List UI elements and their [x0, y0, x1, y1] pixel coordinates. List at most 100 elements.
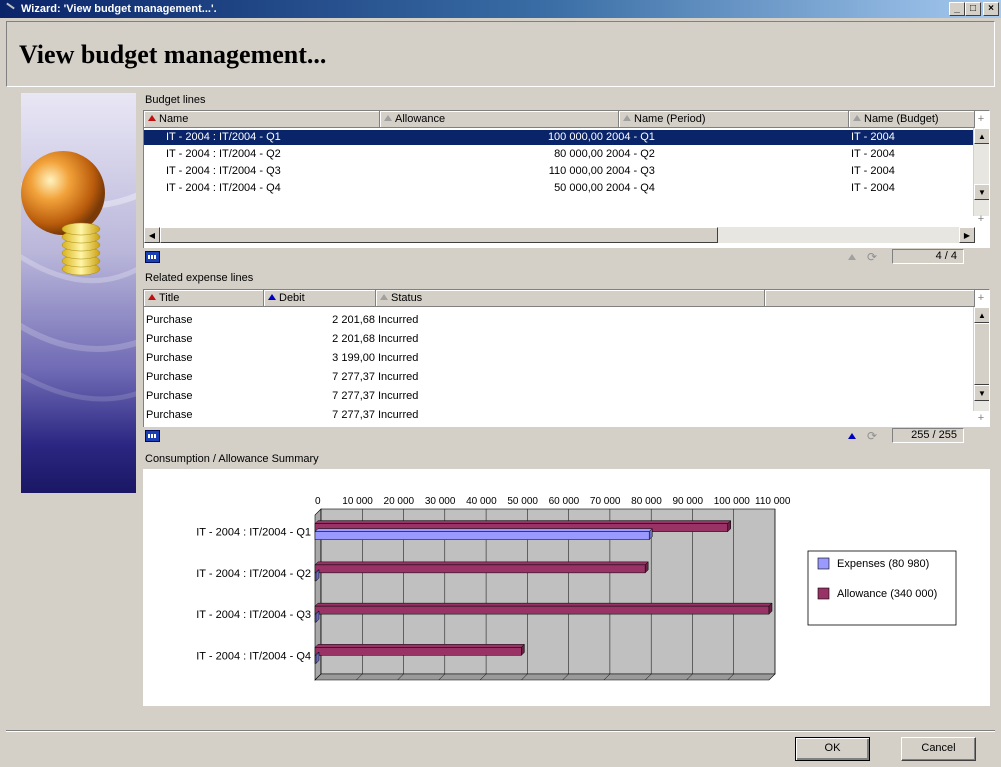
scroll-down-button[interactable]: ▼ [974, 184, 989, 200]
cell-status: Incurred [378, 409, 419, 421]
refresh-icon[interactable]: ⟳ [867, 251, 881, 263]
sort-active-icon [268, 294, 276, 300]
scroll-down-button[interactable]: ▼ [974, 385, 989, 401]
cell-allowance: 110 000,00 [548, 165, 603, 177]
cell-title: Purchase [146, 409, 193, 421]
cell-debit: 3 199,00 [332, 352, 375, 364]
title-bar[interactable]: Wizard: 'View budget management...'. _ □… [0, 0, 1001, 18]
column-header-status[interactable]: Status [376, 290, 765, 307]
column-header-name[interactable]: Name [144, 111, 380, 128]
wizard-icon [4, 2, 18, 16]
column-label: Name (Period) [634, 113, 706, 125]
sort-icon [853, 115, 861, 121]
column-header-allowance[interactable]: Allowance [380, 111, 619, 128]
window-title: Wizard: 'View budget management...'. [21, 3, 217, 15]
chart-category-label: IT - 2004 : IT/2004 - Q3 [196, 609, 311, 621]
chart-bar-top [314, 602, 773, 607]
sort-toggle-icon[interactable] [848, 433, 856, 439]
budget-lines-grid[interactable]: Name Allowance Name (Period) Name (Budge… [143, 110, 990, 250]
cell-title: Purchase [146, 352, 193, 364]
close-button[interactable]: × [983, 2, 999, 16]
table-row[interactable]: Purchase 2 201,68 Incurred [144, 313, 975, 328]
ok-button[interactable]: OK [795, 737, 870, 761]
column-header-title[interactable]: Title [144, 290, 264, 307]
cell-name: IT - 2004 : IT/2004 - Q4 [166, 182, 281, 194]
summary-chart: 0 10 000 20 000 30 000 40 000 50 000 60 000 70 … [196, 496, 957, 681]
scroll-thumb[interactable] [974, 323, 989, 385]
scroll-left-button[interactable]: ◀ [144, 227, 160, 243]
minimize-button[interactable]: _ [949, 2, 965, 16]
legend-label: Allowance (340 000) [837, 588, 937, 600]
table-view-icon[interactable] [145, 251, 160, 263]
column-header-budget[interactable]: Name (Budget) [849, 111, 975, 128]
maximize-button[interactable]: □ [965, 2, 981, 16]
column-label: Title [159, 292, 180, 304]
cell-allowance: 100 000,00 [547, 131, 603, 143]
cell-status: Incurred [378, 371, 419, 383]
horizontal-scrollbar[interactable]: ◀ ▶ [144, 227, 975, 243]
add-column-icon[interactable]: + [975, 292, 987, 304]
record-counter: 255 / 255 [892, 428, 964, 443]
table-row[interactable]: Purchase 7 277,37 Incurred [144, 408, 975, 423]
cell-status: Incurred [378, 352, 419, 364]
expense-lines-grid[interactable]: Title Debit Status + Purchase 2 201,68 I… [143, 289, 990, 429]
chart-tick-label: 70 000 [590, 496, 621, 507]
table-row[interactable]: Purchase 3 199,00 Incurred [144, 351, 975, 366]
column-header-period[interactable]: Name (Period) [619, 111, 849, 128]
table-row[interactable]: IT - 2004 : IT/2004 - Q4 50 000,00 2004 … [144, 181, 975, 196]
chart-tick-label: 20 000 [384, 496, 415, 507]
add-column-icon[interactable]: + [975, 113, 987, 125]
chart-bar-allowance [314, 564, 646, 574]
refresh-icon[interactable]: ⟳ [867, 430, 881, 442]
column-label: Name (Budget) [864, 113, 939, 125]
chart-tick-label: 80 000 [631, 496, 662, 507]
chart-tick-label: 10 000 [342, 496, 373, 507]
table-row[interactable]: IT - 2004 : IT/2004 - Q1 100 000,00 2004… [144, 130, 975, 145]
expense-lines-statusbar: ⟳ 255 / 255 [143, 427, 990, 444]
scroll-thumb[interactable] [160, 227, 718, 243]
scroll-up-button[interactable]: ▲ [974, 128, 989, 144]
cell-name: IT - 2004 : IT/2004 - Q2 [166, 148, 281, 160]
cell-status: Incurred [378, 314, 419, 326]
table-row[interactable]: Purchase 2 201,68 Incurred [144, 332, 975, 347]
cell-allowance: 80 000,00 [554, 148, 603, 160]
table-view-icon[interactable] [145, 430, 160, 442]
summary-chart-panel: 0 10 000 20 000 30 000 40 000 50 000 60 000 70 … [143, 469, 990, 706]
sort-icon [623, 115, 631, 121]
cell-debit: 7 277,37 [332, 390, 375, 402]
sort-asc-icon [148, 115, 156, 121]
column-header-debit[interactable]: Debit [264, 290, 376, 307]
table-row[interactable]: Purchase 7 277,37 Incurred [144, 389, 975, 404]
cell-debit: 7 277,37 [332, 409, 375, 421]
scroll-up-button[interactable]: ▲ [974, 307, 989, 323]
column-label: Debit [279, 292, 305, 304]
vertical-scrollbar[interactable]: ▲ ▼ [973, 128, 989, 216]
vertical-scrollbar[interactable]: ▲ ▼ [973, 307, 989, 411]
cell-status: Incurred [378, 333, 419, 345]
summary-label: Consumption / Allowance Summary [145, 453, 319, 465]
sort-toggle-icon[interactable] [848, 254, 856, 260]
add-row-icon[interactable]: + [975, 412, 987, 424]
cell-status: Incurred [378, 390, 419, 402]
wizard-side-image [21, 93, 136, 493]
add-row-icon[interactable]: + [975, 213, 987, 225]
sort-icon [384, 115, 392, 121]
table-row[interactable]: IT - 2004 : IT/2004 - Q3 110 000,00 2004… [144, 164, 975, 179]
legend-swatch [817, 557, 830, 570]
chart-tick-label: 110 000 [755, 496, 791, 507]
table-row[interactable]: Purchase 7 277,37 Incurred [144, 370, 975, 385]
sort-asc-icon [148, 294, 156, 300]
chart-bar-allowance [314, 605, 770, 615]
cell-budget: IT - 2004 [851, 165, 895, 177]
footer-divider [6, 730, 995, 732]
budget-lines-statusbar: ⟳ 4 / 4 [143, 248, 990, 265]
scroll-right-button[interactable]: ▶ [959, 227, 975, 243]
chart-tick-label: 30 000 [425, 496, 456, 507]
cancel-button[interactable]: Cancel [901, 737, 976, 761]
cell-allowance: 50 000,00 [554, 182, 603, 194]
table-row[interactable]: IT - 2004 : IT/2004 - Q2 80 000,00 2004 … [144, 147, 975, 162]
sort-icon [380, 294, 388, 300]
chart-bar-top [314, 644, 525, 648]
column-label: Name [159, 113, 189, 125]
cell-title: Purchase [146, 314, 193, 326]
